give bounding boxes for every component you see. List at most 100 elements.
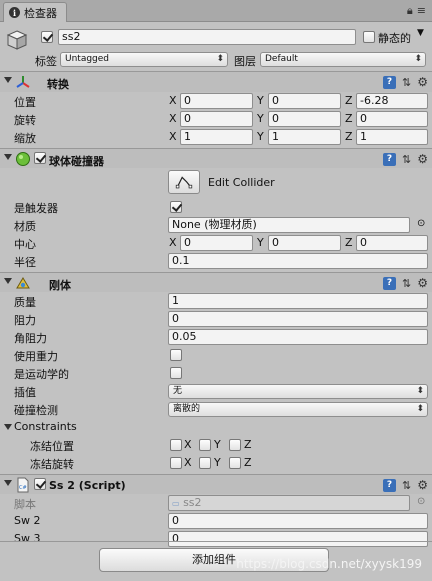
freeze-rotation-x-checkbox[interactable] bbox=[170, 457, 182, 469]
freeze-rotation-y-checkbox[interactable] bbox=[199, 457, 211, 469]
position-y-field[interactable]: 0 bbox=[268, 93, 341, 109]
radius-label: 半径 bbox=[14, 256, 36, 269]
axis-y-label: Y bbox=[257, 112, 264, 125]
scale-row: 缩放 X 1 Y 1 Z 1 bbox=[0, 128, 432, 148]
object-name-field[interactable]: ss2 bbox=[58, 29, 356, 45]
axis-z-label: Z bbox=[244, 438, 252, 451]
collision-detection-row: 碰撞检测 离散的 bbox=[0, 400, 432, 418]
transform-header[interactable]: 转换 ? ⇅ ⚙ bbox=[0, 72, 432, 92]
rotation-y-field[interactable]: 0 bbox=[268, 111, 341, 127]
is-kinematic-row: 是运动学的 bbox=[0, 364, 432, 382]
help-icon[interactable]: ? bbox=[383, 152, 397, 166]
sphere-collider-header[interactable]: 球体碰撞器 ? ⇅ ⚙ bbox=[0, 148, 432, 168]
preset-icon[interactable]: ⇅ bbox=[402, 153, 411, 166]
freeze-position-x-checkbox[interactable] bbox=[170, 439, 182, 451]
center-z-field[interactable]: 0 bbox=[356, 235, 428, 251]
layer-dropdown[interactable]: Default bbox=[260, 52, 426, 67]
angular-drag-label: 角阻力 bbox=[14, 332, 47, 345]
edit-collider-button[interactable] bbox=[168, 170, 200, 194]
scale-z-field[interactable]: 1 bbox=[356, 129, 428, 145]
fold-arrow-icon[interactable] bbox=[4, 480, 12, 486]
rigidbody-title: 刚体 bbox=[49, 279, 71, 292]
script-field-value: ss2 bbox=[183, 496, 202, 509]
sphere-collider-title: 球体碰撞器 bbox=[49, 155, 104, 168]
axis-x-label: X bbox=[169, 130, 177, 143]
axis-y-label: Y bbox=[257, 94, 264, 107]
fold-arrow-icon[interactable] bbox=[4, 77, 12, 83]
drag-field[interactable]: 0 bbox=[168, 311, 428, 327]
is-kinematic-checkbox[interactable] bbox=[170, 367, 182, 379]
rigidbody-icon bbox=[16, 277, 30, 289]
scale-x-field[interactable]: 1 bbox=[180, 129, 253, 145]
help-icon[interactable]: ? bbox=[383, 75, 397, 89]
angular-drag-row: 角阻力 0.05 bbox=[0, 328, 432, 346]
drag-label: 阻力 bbox=[14, 314, 36, 327]
object-picker-icon[interactable]: ⊙ bbox=[417, 218, 425, 229]
use-gravity-label: 使用重力 bbox=[14, 350, 58, 363]
static-checkbox[interactable] bbox=[363, 31, 375, 43]
static-dropdown-icon[interactable]: ▼ bbox=[417, 28, 424, 38]
rotation-z-field[interactable]: 0 bbox=[356, 111, 428, 127]
preset-icon[interactable]: ⇅ bbox=[402, 479, 411, 492]
use-gravity-checkbox[interactable] bbox=[170, 349, 182, 361]
axis-y-label: Y bbox=[257, 130, 264, 143]
gear-icon[interactable]: ⚙ bbox=[417, 75, 428, 89]
rigidbody-header[interactable]: 刚体 ? ⇅ ⚙ bbox=[0, 272, 432, 292]
mass-field[interactable]: 1 bbox=[168, 293, 428, 309]
collision-detection-dropdown[interactable]: 离散的 bbox=[168, 402, 428, 417]
sw3-field[interactable]: 0 bbox=[168, 531, 428, 547]
rotation-x-field[interactable]: 0 bbox=[180, 111, 253, 127]
interpolate-dropdown[interactable]: 无 bbox=[168, 384, 428, 399]
rotation-label: 旋转 bbox=[14, 114, 36, 127]
tab-inspector[interactable]: i 检查器 bbox=[3, 2, 67, 22]
center-label: 中心 bbox=[14, 238, 36, 251]
fold-arrow-icon[interactable] bbox=[4, 424, 12, 430]
fold-arrow-icon[interactable] bbox=[4, 278, 12, 284]
gear-icon[interactable]: ⚙ bbox=[417, 152, 428, 166]
sw3-row: Sw 3 0 bbox=[0, 530, 432, 548]
sw2-row: Sw 2 0 bbox=[0, 512, 432, 530]
freeze-position-row: 冻结位置 X Y Z bbox=[0, 436, 432, 454]
sw2-label: Sw 2 bbox=[14, 514, 41, 527]
tab-menu[interactable]: 🔒︎ ≡ bbox=[407, 4, 426, 18]
position-x-field[interactable]: 0 bbox=[180, 93, 253, 109]
sphere-collider-enabled-checkbox[interactable] bbox=[34, 152, 46, 164]
script-header[interactable]: C# Ss 2 (Script) ? ⇅ ⚙ bbox=[0, 474, 432, 494]
axis-y-label: Y bbox=[257, 236, 264, 249]
layer-label: 图层 bbox=[234, 55, 256, 68]
constraints-row[interactable]: Constraints bbox=[0, 418, 432, 436]
cube-icon bbox=[6, 30, 28, 50]
menu-icon[interactable]: ≡ bbox=[417, 4, 426, 18]
freeze-rotation-z-checkbox[interactable] bbox=[229, 457, 241, 469]
gear-icon[interactable]: ⚙ bbox=[417, 478, 428, 492]
angular-drag-field[interactable]: 0.05 bbox=[168, 329, 428, 345]
help-icon[interactable]: ? bbox=[383, 276, 397, 290]
center-x-field[interactable]: 0 bbox=[180, 235, 253, 251]
sw2-field[interactable]: 0 bbox=[168, 513, 428, 529]
axis-z-label: Z bbox=[345, 236, 353, 249]
script-row: 脚本 ▭ ss2 ⊙ bbox=[0, 494, 432, 512]
center-row: 中心 X 0 Y 0 Z 0 bbox=[0, 234, 432, 252]
object-active-checkbox[interactable] bbox=[41, 31, 53, 43]
position-row: 位置 X 0 Y 0 Z -6.28 bbox=[0, 92, 432, 110]
preset-icon[interactable]: ⇅ bbox=[402, 277, 411, 290]
center-y-field[interactable]: 0 bbox=[268, 235, 341, 251]
preset-icon[interactable]: ⇅ bbox=[402, 76, 411, 89]
position-z-field[interactable]: -6.28 bbox=[356, 93, 428, 109]
radius-field[interactable]: 0.1 bbox=[168, 253, 428, 269]
fold-arrow-icon[interactable] bbox=[4, 154, 12, 160]
gear-icon[interactable]: ⚙ bbox=[417, 276, 428, 290]
radius-row: 半径 0.1 bbox=[0, 252, 432, 272]
freeze-position-y-checkbox[interactable] bbox=[199, 439, 211, 451]
scale-y-field[interactable]: 1 bbox=[268, 129, 341, 145]
freeze-position-z-checkbox[interactable] bbox=[229, 439, 241, 451]
help-icon[interactable]: ? bbox=[383, 478, 397, 492]
sphere-collider-icon bbox=[16, 152, 30, 166]
tag-dropdown[interactable]: Untagged bbox=[60, 52, 228, 67]
is-trigger-row: 是触发器 bbox=[0, 198, 432, 216]
lock-icon[interactable]: 🔒︎ bbox=[407, 4, 413, 18]
axis-x-label: X bbox=[184, 438, 192, 451]
is-trigger-checkbox[interactable] bbox=[170, 201, 182, 213]
script-enabled-checkbox[interactable] bbox=[34, 478, 46, 490]
material-field[interactable]: None (物理材质) bbox=[168, 217, 410, 233]
